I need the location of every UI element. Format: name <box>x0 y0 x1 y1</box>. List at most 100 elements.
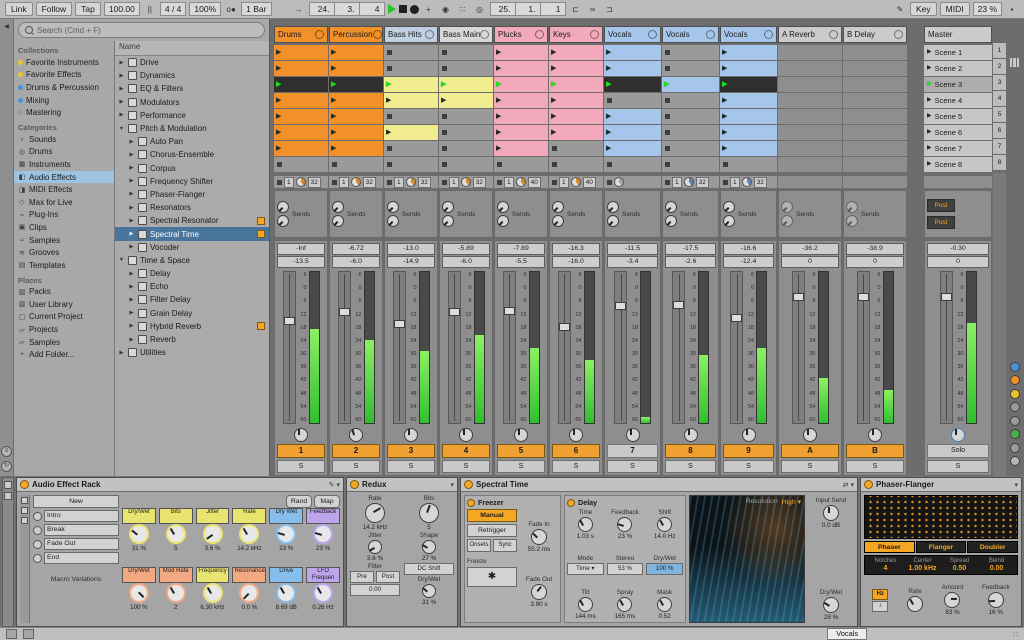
clip-stop-icon[interactable] <box>442 66 447 71</box>
clip-slot[interactable]: ▶ <box>494 77 548 92</box>
clip-slot[interactable]: ▶ <box>549 45 603 60</box>
clip-slot[interactable]: ▶ <box>384 125 438 140</box>
volume-value[interactable]: -12.4 <box>723 256 774 268</box>
clip-play-icon[interactable]: ▶ <box>606 113 611 120</box>
master-track-header[interactable]: Master <box>924 26 992 43</box>
phaser-power-icon[interactable] <box>864 480 873 489</box>
fader-handle[interactable] <box>857 293 869 302</box>
fader-handle[interactable] <box>731 314 742 323</box>
fader-handle[interactable] <box>558 323 570 332</box>
draw-mode-icon[interactable]: ✎ <box>893 5 907 14</box>
manual-button[interactable]: Manual <box>467 509 517 522</box>
fader-handle[interactable] <box>448 308 460 317</box>
scene-number[interactable]: 1 <box>993 43 1006 58</box>
track-stop-icon[interactable] <box>552 179 557 185</box>
clip-length-value[interactable]: 32 <box>307 176 321 188</box>
redux-rate-knob[interactable] <box>365 503 385 523</box>
track-activator[interactable]: B <box>846 444 904 458</box>
browser-item-frequency-shifter[interactable]: ▶ Frequency Shifter <box>115 175 269 188</box>
volume-fader[interactable] <box>337 271 351 424</box>
scene-play-icon[interactable]: ▶ <box>927 129 932 136</box>
macro-knob[interactable] <box>128 524 149 544</box>
phaser-fold-icon[interactable]: ▾ <box>1014 481 1018 489</box>
clip-slot[interactable] <box>384 61 438 76</box>
clip-play-icon[interactable]: ▶ <box>386 97 391 104</box>
fader-handle[interactable] <box>792 293 804 302</box>
disclosure-right-icon[interactable]: ▶ <box>128 244 135 250</box>
launch-variation-icon[interactable] <box>33 553 42 563</box>
midi-map-button[interactable]: MIDI <box>939 2 970 16</box>
sync-button[interactable]: Sync <box>493 539 517 552</box>
clip-playing-icon[interactable]: ▶ <box>276 81 281 88</box>
macro-name[interactable]: Rate <box>232 508 267 524</box>
clip-stop-icon[interactable] <box>723 162 728 167</box>
rack-power-icon[interactable] <box>20 480 29 489</box>
solo-button[interactable]: S <box>497 460 545 473</box>
launch-variation-icon[interactable] <box>33 511 42 521</box>
redux-drywet-value[interactable]: 31 % <box>422 599 436 606</box>
browser-item-corpus[interactable]: ▶ Corpus <box>115 162 269 175</box>
clip-slot[interactable]: ▶ <box>274 125 328 140</box>
fade-out-value[interactable]: 3.90 s <box>530 601 547 608</box>
clip-slot[interactable]: ▶ <box>494 93 548 108</box>
scene-number[interactable]: 3 <box>993 75 1006 90</box>
rack-macro-view-icon[interactable] <box>21 497 28 504</box>
clip-slot[interactable] <box>778 77 842 92</box>
clip-length-value[interactable]: 32 <box>362 176 376 188</box>
macro-name[interactable]: Resonance <box>232 566 267 583</box>
track-header[interactable]: Drums <box>274 26 328 43</box>
resolution-value[interactable]: High ▾ <box>782 498 801 506</box>
feedback-knob[interactable] <box>617 517 633 532</box>
view-toggle-sends[interactable] <box>1009 375 1020 385</box>
clip-slot[interactable] <box>439 157 493 172</box>
pan-knob[interactable] <box>951 428 965 442</box>
rack-chain-view-icon[interactable] <box>21 507 28 514</box>
track-header[interactable]: Vocals <box>662 26 719 43</box>
macro-name[interactable]: Dry Wet <box>269 508 304 524</box>
track-header[interactable]: Plucks <box>494 26 548 43</box>
send-b-knob[interactable] <box>497 215 509 227</box>
volume-value[interactable]: 0 <box>781 256 839 268</box>
clip-slot[interactable]: ▶ <box>720 61 777 76</box>
macro-variation-break[interactable]: Break <box>33 524 119 536</box>
clip-slot[interactable]: ▶ <box>384 77 438 92</box>
volume-value[interactable]: -16.0 <box>552 256 600 268</box>
key-map-button[interactable]: Key <box>910 2 937 16</box>
clip-play-icon[interactable]: ▶ <box>551 49 556 56</box>
position-sixteenths[interactable]: 4 <box>358 2 385 16</box>
clip-length-value[interactable]: 40 <box>582 176 596 188</box>
view-toggle-crossfade[interactable] <box>1009 429 1020 439</box>
peak-level-value[interactable]: -16.6 <box>723 243 774 255</box>
redux-jitter-knob[interactable] <box>368 540 382 554</box>
clip-play-icon[interactable]: ▶ <box>606 49 611 56</box>
solo-button[interactable]: S <box>552 460 600 473</box>
peak-level-value[interactable]: -16.3 <box>552 243 600 255</box>
send-a-knob[interactable] <box>552 201 564 213</box>
volume-value[interactable]: -6.0 <box>442 256 490 268</box>
redux-title-bar[interactable]: Redux ▾ <box>347 478 457 492</box>
rand-button[interactable]: Rand <box>286 495 312 508</box>
send-a-knob[interactable] <box>277 201 289 213</box>
clip-slot[interactable]: ▶ <box>494 109 548 124</box>
clip-slot[interactable] <box>274 157 328 172</box>
clip-playing-icon[interactable]: ▶ <box>722 81 727 88</box>
clip-slot[interactable]: ▶ <box>494 61 548 76</box>
peak-level-value[interactable]: -6.72 <box>332 243 380 255</box>
solo-button[interactable]: S <box>332 460 380 473</box>
disclosure-right-icon[interactable]: ▶ <box>118 60 125 66</box>
cpu-meter[interactable]: 23 % <box>972 2 1002 16</box>
clip-slot[interactable]: ▶ <box>329 77 383 92</box>
launch-quantize-value[interactable]: 1 <box>449 176 459 188</box>
spray-knob[interactable] <box>617 597 633 612</box>
clip-slot[interactable]: ▶ <box>549 61 603 76</box>
clip-play-icon[interactable]: ▶ <box>496 49 501 56</box>
send-a-knob[interactable] <box>665 201 677 213</box>
track-stop-icon[interactable] <box>277 179 282 185</box>
clip-slot[interactable] <box>778 141 842 156</box>
macro-knob[interactable] <box>239 524 260 544</box>
disclosure-right-icon[interactable]: ▶ <box>128 218 135 224</box>
clip-slot[interactable]: ▶ <box>549 77 603 92</box>
clip-playing-icon[interactable]: ▶ <box>331 81 336 88</box>
clip-stop-icon[interactable] <box>665 162 670 167</box>
clip-slot[interactable]: ▶ <box>329 109 383 124</box>
